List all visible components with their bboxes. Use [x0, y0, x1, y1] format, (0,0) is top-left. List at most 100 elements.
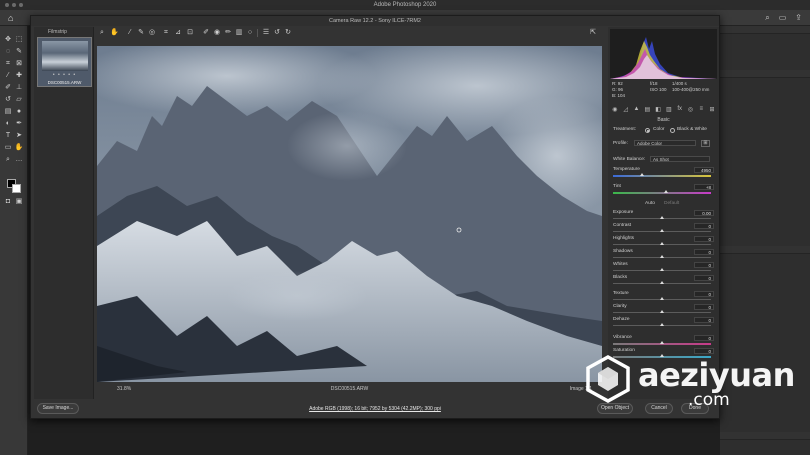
slider-value-whites[interactable]: 0: [694, 261, 714, 268]
profile-dropdown[interactable]: Adobe Color: [634, 140, 696, 146]
slider-track-blacks[interactable]: [613, 281, 711, 284]
red-eye-icon[interactable]: ◉: [213, 29, 221, 37]
filmstrip-thumbnail[interactable]: • • • • • DSC00515.ARW: [37, 37, 92, 87]
lens-icon[interactable]: ▥: [664, 106, 674, 113]
slider-track-highlights[interactable]: [613, 242, 711, 245]
marquee-tool-icon[interactable]: ⬚: [14, 36, 24, 44]
slider-track-tint[interactable]: [613, 190, 711, 194]
lasso-tool-icon[interactable]: ◌: [3, 48, 13, 56]
cancel-button[interactable]: Cancel: [645, 403, 673, 414]
blur-icon[interactable]: ●: [14, 108, 24, 116]
slider-track-contrast[interactable]: [613, 229, 711, 232]
panel-tab-row[interactable]: [720, 246, 810, 254]
slider-thumb[interactable]: [660, 297, 664, 300]
treatment-color-radio[interactable]: [645, 128, 650, 133]
workspace-icon[interactable]: ▭: [779, 13, 787, 23]
gradient-icon[interactable]: ▤: [3, 108, 13, 116]
profile-browser-icon[interactable]: ⊞: [701, 140, 710, 147]
slider-value-highlights[interactable]: 0: [694, 235, 714, 242]
slider-track-vibrance[interactable]: [613, 341, 711, 345]
history-brush-icon[interactable]: ↺: [3, 96, 13, 104]
rotate-right-icon[interactable]: ↻: [284, 29, 292, 37]
slider-value-dehaze[interactable]: 0: [694, 316, 714, 323]
slider-thumb[interactable]: [660, 255, 664, 258]
white-balance-icon[interactable]: ⁄: [126, 29, 134, 37]
slider-thumb[interactable]: [660, 268, 664, 271]
slider-value-temperature[interactable]: 4950: [694, 166, 714, 173]
slider-track-whites[interactable]: [613, 268, 711, 271]
quick-mask-icon[interactable]: ◘: [3, 198, 13, 206]
screen-mode-icon[interactable]: ▣: [14, 198, 24, 206]
move-tool-icon[interactable]: ✥: [3, 36, 13, 44]
stamp-tool-icon[interactable]: ⊥: [14, 84, 24, 92]
hand-icon[interactable]: ✋: [110, 29, 119, 37]
healing-icon[interactable]: ✚: [14, 72, 24, 80]
slider-track-texture[interactable]: [613, 297, 711, 300]
slider-thumb[interactable]: [660, 242, 664, 245]
slider-thumb[interactable]: [660, 323, 664, 326]
slider-thumb[interactable]: [660, 310, 664, 313]
calibration-icon[interactable]: ◎: [686, 106, 696, 113]
auto-button[interactable]: Auto: [645, 201, 655, 206]
slider-value-vibrance[interactable]: 0: [694, 334, 714, 341]
crop-icon[interactable]: ⌗: [162, 29, 170, 37]
background-color-swatch[interactable]: [12, 184, 21, 193]
targeted-adjust-icon[interactable]: ◎: [148, 29, 156, 37]
slider-value-tint[interactable]: +8: [694, 183, 714, 190]
spot-removal-icon[interactable]: ✐: [202, 29, 210, 37]
slider-thumb[interactable]: [663, 190, 668, 193]
brush-tool-icon[interactable]: ✐: [3, 84, 13, 92]
radial-filter-icon[interactable]: ○: [246, 29, 254, 37]
share-icon[interactable]: ⇪: [795, 13, 802, 23]
slider-value-exposure[interactable]: 0.00: [694, 209, 714, 216]
rotate-left-icon[interactable]: ↺: [273, 29, 281, 37]
presets-icon[interactable]: ≡: [696, 106, 706, 112]
panel-tab-row[interactable]: [720, 26, 810, 34]
window-controls[interactable]: [5, 3, 23, 7]
eraser-icon[interactable]: ▱: [14, 96, 24, 104]
slider-value-texture[interactable]: 0: [694, 290, 714, 297]
preferences-icon[interactable]: ☰: [262, 29, 270, 37]
slider-track-dehaze[interactable]: [613, 323, 711, 326]
slider-value-blacks[interactable]: 0: [694, 274, 714, 281]
slider-track-shadows[interactable]: [613, 255, 711, 258]
pen-tool-icon[interactable]: ✒: [14, 120, 24, 128]
straighten-icon[interactable]: ⊿: [174, 29, 182, 37]
slider-value-shadows[interactable]: 0: [694, 248, 714, 255]
home-icon[interactable]: ⌂: [8, 13, 18, 23]
type-tool-icon[interactable]: T: [3, 132, 13, 140]
effects-icon[interactable]: fx: [675, 106, 685, 112]
slider-value-contrast[interactable]: 0: [694, 222, 714, 229]
adjustment-brush-icon[interactable]: ✏: [224, 29, 232, 37]
zoom-icon[interactable]: ⌕: [98, 29, 106, 37]
default-button[interactable]: Default: [664, 201, 679, 206]
treatment-bw-radio[interactable]: [670, 128, 675, 133]
shape-tool-icon[interactable]: ▭: [3, 144, 13, 152]
zoom-tool-icon[interactable]: ⌕: [3, 156, 13, 164]
slider-thumb[interactable]: [660, 216, 664, 219]
white-balance-dropdown[interactable]: As Shot: [650, 156, 710, 162]
rating-stars[interactable]: • • • • •: [38, 72, 91, 78]
panel-tab-row[interactable]: [720, 70, 810, 78]
detail-icon[interactable]: ▲: [632, 106, 642, 112]
image-preview[interactable]: [97, 46, 602, 382]
path-select-icon[interactable]: ➤: [14, 132, 24, 140]
hsl-icon[interactable]: ▤: [642, 106, 652, 113]
transform-icon[interactable]: ⊡: [186, 29, 194, 37]
slider-track-clarity[interactable]: [613, 310, 711, 313]
slider-thumb[interactable]: [660, 281, 664, 284]
fullscreen-icon[interactable]: ⇱: [589, 29, 597, 37]
slider-value-clarity[interactable]: 0: [694, 303, 714, 310]
panel-footer-row[interactable]: [720, 432, 810, 440]
basic-tab-icon[interactable]: ◉: [610, 106, 620, 113]
search-icon[interactable]: ⌕: [765, 13, 769, 23]
split-toning-icon[interactable]: ◧: [653, 106, 663, 113]
hand-tool-icon[interactable]: ✋: [14, 144, 24, 152]
slider-thumb[interactable]: [660, 341, 664, 344]
slider-thumb[interactable]: [640, 173, 645, 176]
snapshots-icon[interactable]: ⊞: [707, 106, 717, 113]
slider-track-temperature[interactable]: [613, 173, 711, 177]
dodge-icon[interactable]: ◐: [3, 120, 13, 128]
frame-tool-icon[interactable]: ⊠: [14, 60, 24, 68]
slider-track-exposure[interactable]: [613, 216, 711, 219]
